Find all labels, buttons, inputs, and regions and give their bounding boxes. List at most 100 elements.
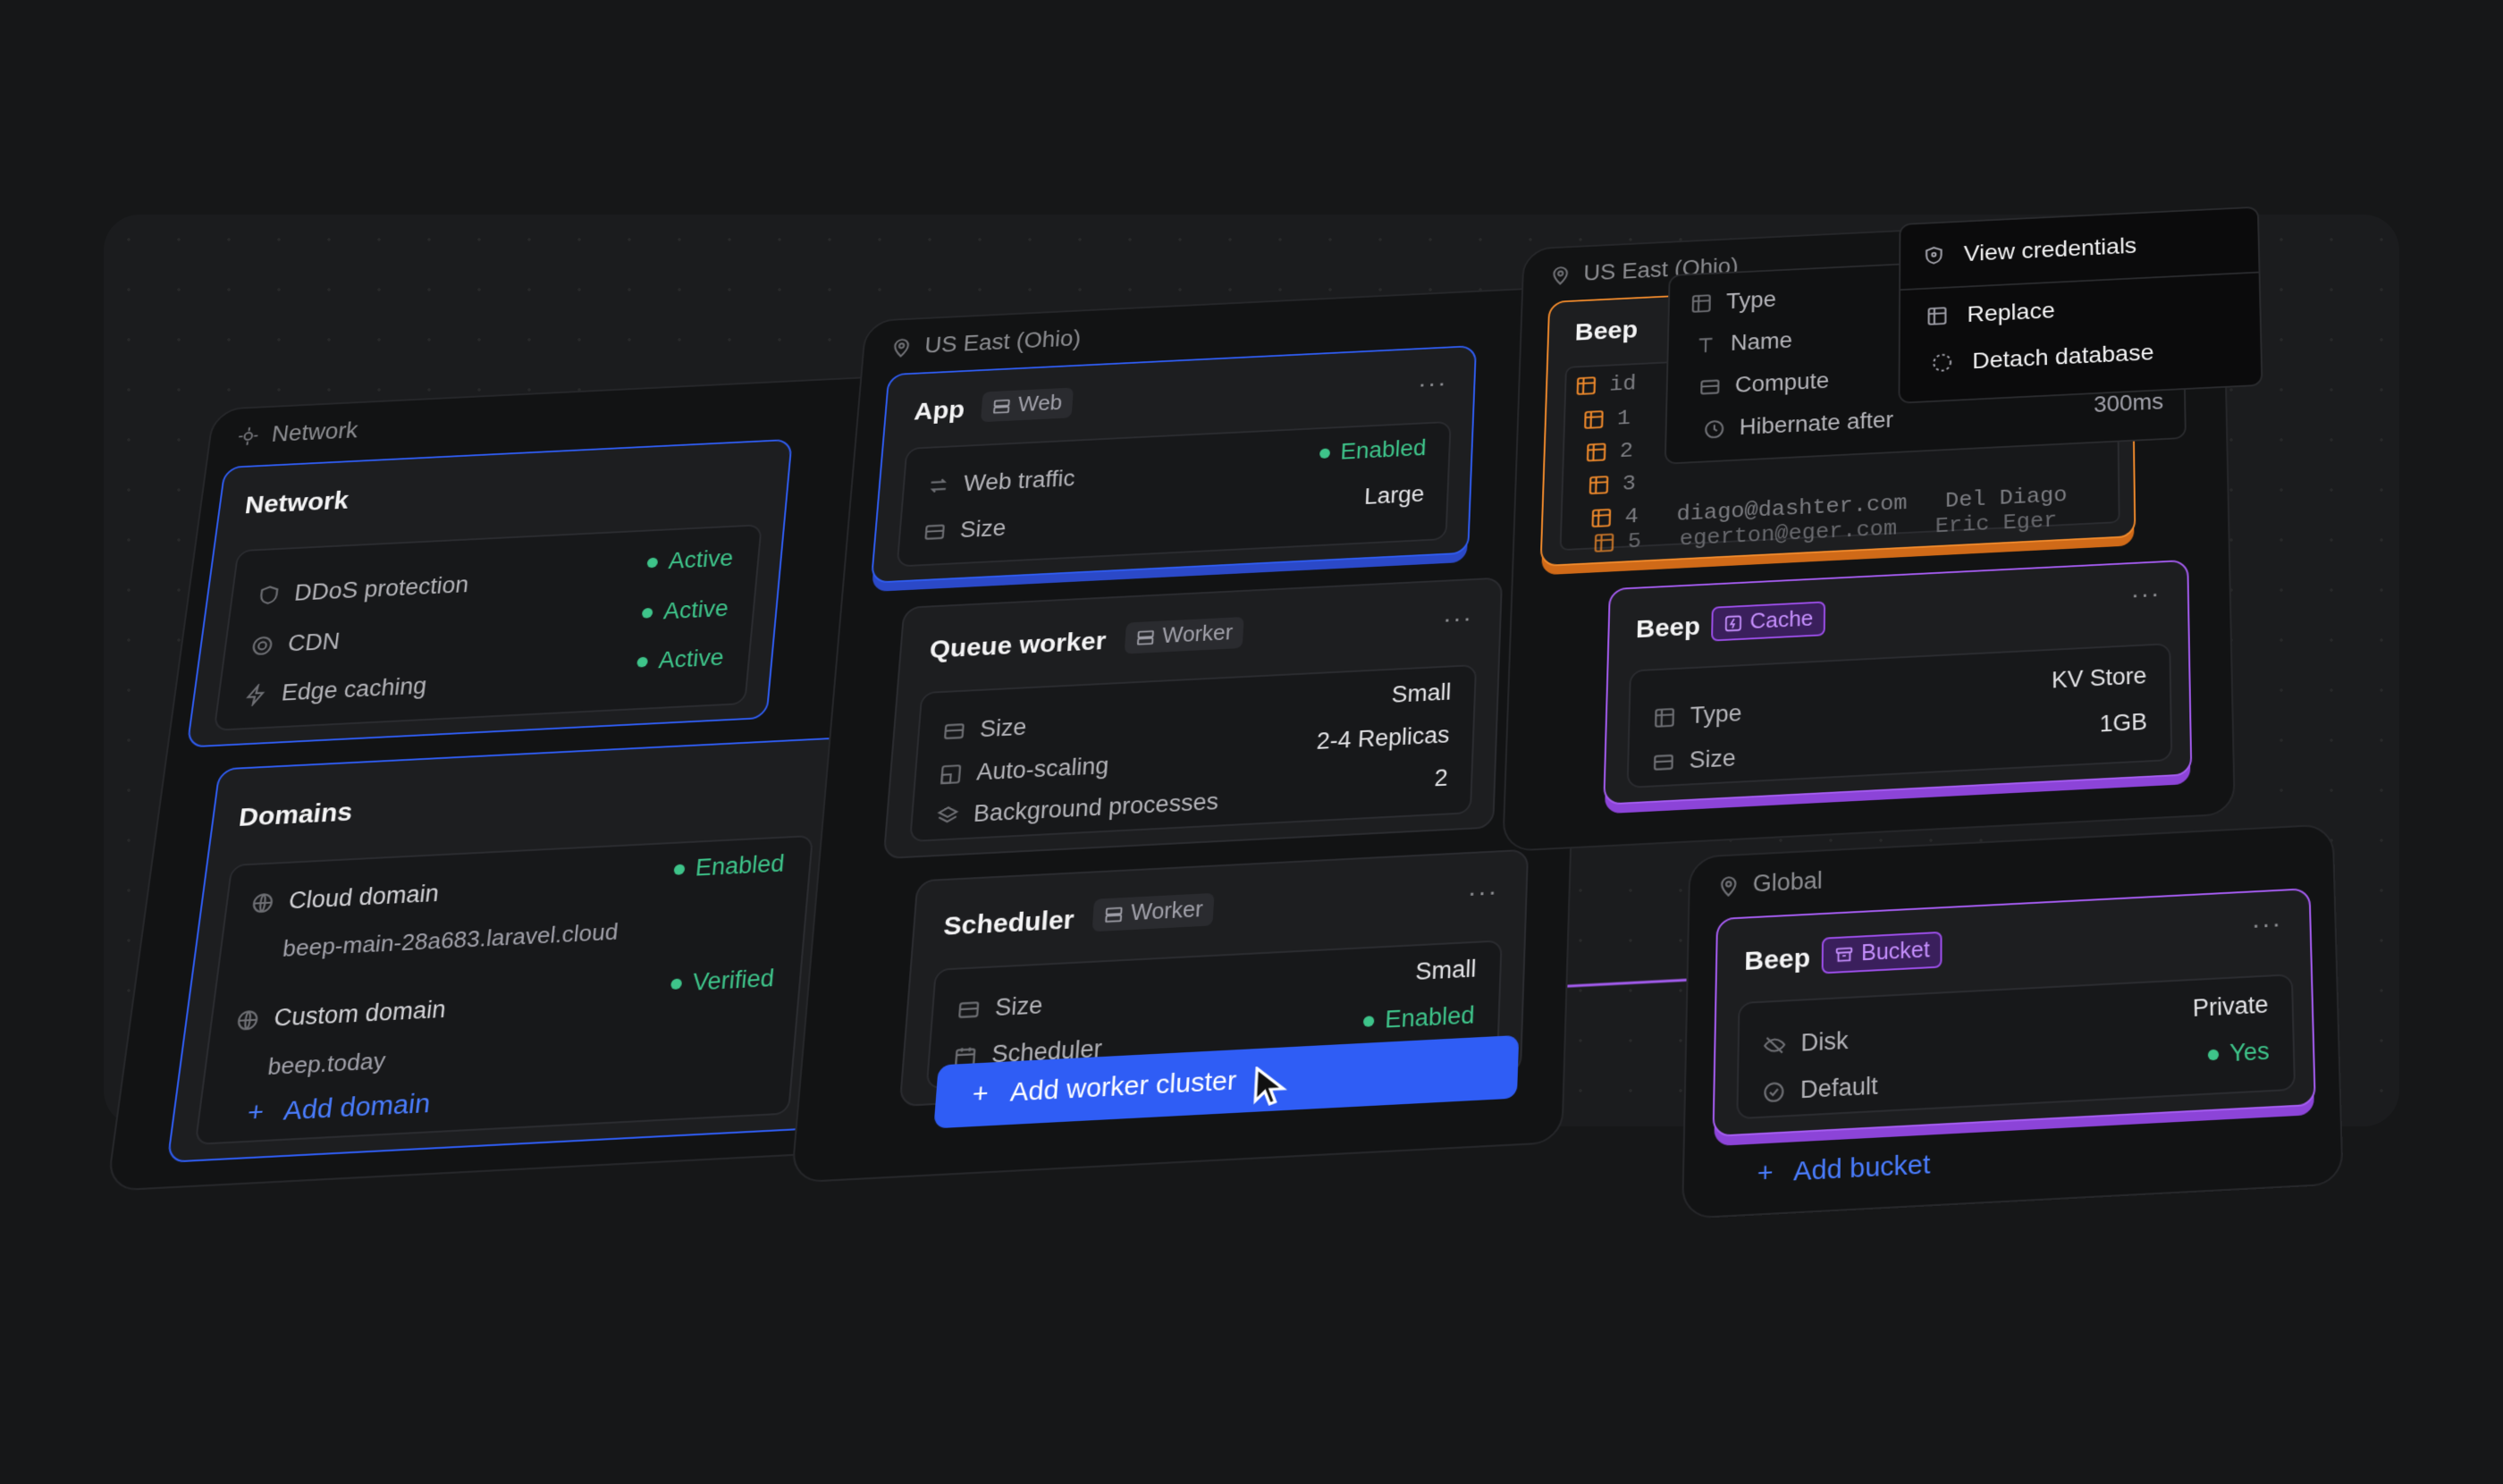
app-size-row: Size — [923, 515, 1007, 544]
cache-icon — [1723, 613, 1743, 633]
db-hibernate-row: Hibernate after — [1703, 408, 1893, 443]
bucket-more-menu[interactable]: ... — [2252, 903, 2283, 934]
cache-card-title: Beep — [1635, 612, 1701, 644]
app-card[interactable]: App Web ... Web traffic Enabled Size Lar… — [870, 345, 1478, 584]
db-name-row: Name — [1694, 328, 1792, 358]
queue-worker-title: Queue worker — [928, 627, 1108, 664]
custom-domain-row: Custom domain — [234, 996, 447, 1034]
domains-card-title: Domains — [237, 797, 355, 832]
global-column-header: Global — [1716, 867, 1823, 899]
compute-column: US East (Ohio) App Web ... Web traffic E… — [790, 284, 1589, 1184]
app-size-value: Large — [1363, 481, 1425, 510]
scheduler-size-row: Size — [956, 991, 1043, 1024]
location-pin-icon — [1549, 264, 1572, 285]
queue-worker-details-panel: Size Small Auto-scaling 2-4 Replicas Bac… — [908, 663, 1478, 843]
bucket-card[interactable]: Beep Bucket ... Disk Private Default Yes — [1712, 888, 2316, 1137]
cdn-row: CDN — [249, 628, 341, 659]
ddos-label: DDoS protection — [292, 571, 470, 606]
location-pin-icon — [1716, 873, 1740, 898]
queue-worker-card[interactable]: Queue worker Worker ... Size Small Auto-… — [882, 577, 1504, 860]
server-icon — [1103, 904, 1124, 924]
custom-domain-value[interactable]: beep.today — [266, 1047, 387, 1081]
lightning-icon — [243, 683, 269, 706]
cloud-domain-label: Cloud domain — [287, 880, 441, 915]
server-icon — [1698, 375, 1722, 398]
default-row: Default — [1762, 1072, 1878, 1106]
scheduler-more-menu[interactable]: ... — [1468, 872, 1499, 903]
plus-icon: + — [245, 1097, 266, 1128]
db-row-3: 3 — [1588, 471, 1636, 498]
globe-icon — [249, 890, 275, 915]
network-icon — [236, 425, 261, 447]
global-region-label: Global — [1752, 866, 1823, 898]
table-icon — [1592, 531, 1615, 553]
layers-icon — [935, 804, 960, 828]
detach-database-menu-item[interactable]: Detach database — [1931, 340, 2154, 376]
resources-column: US East (Ohio) Beep id 1 2 3 4 diago@dash… — [1502, 206, 2263, 853]
scaling-icon — [939, 763, 964, 786]
mouse-cursor-icon — [1252, 1065, 1290, 1110]
check-circle-icon — [1762, 1079, 1786, 1104]
add-bucket-button[interactable]: + Add bucket — [1757, 1150, 1930, 1190]
table-icon — [1690, 292, 1713, 315]
table-icon — [1653, 705, 1676, 729]
compute-column-header: US East (Ohio) — [889, 325, 1082, 359]
app-card-title: App — [913, 396, 966, 426]
network-column-title: Network — [270, 417, 360, 447]
table-icon — [1582, 409, 1605, 431]
disk-row: Disk — [1763, 1027, 1849, 1059]
server-icon — [991, 397, 1012, 416]
scheduler-size-value: Small — [1414, 955, 1477, 985]
cache-details-panel: Type KV Store Size 1GB — [1626, 643, 2173, 788]
menu-separator — [1900, 271, 2259, 291]
table-icon — [1589, 507, 1613, 529]
auto-scaling-row: Auto-scaling — [939, 753, 1109, 788]
server-icon — [1135, 628, 1156, 647]
cloud-domain-status: Enabled — [672, 850, 786, 883]
db-row-1: 1 — [1582, 406, 1631, 433]
bucket-icon — [1834, 944, 1854, 965]
scheduler-status: Enabled — [1362, 1001, 1475, 1034]
domains-card[interactable]: Domains Cloud domain Enabled beep-main-2… — [166, 737, 846, 1163]
compute-region-label: US East (Ohio) — [923, 325, 1083, 358]
table-icon — [1588, 474, 1611, 496]
eye-off-icon — [1763, 1033, 1787, 1058]
scheduler-tag: Worker — [1091, 892, 1215, 932]
cache-size-value: 1GB — [2099, 708, 2148, 738]
infrastructure-canvas: Network i Network DDoS protection Active… — [0, 8, 2503, 1484]
cdn-icon — [249, 634, 275, 657]
web-traffic-row: Web traffic — [926, 466, 1076, 499]
background-processes-value: 2 — [1434, 764, 1449, 792]
web-traffic-status: Enabled — [1319, 435, 1427, 466]
view-credentials-menu-item[interactable]: View credentials — [1923, 232, 2136, 268]
custom-domain-status: Verified — [670, 965, 775, 998]
server-icon — [923, 520, 947, 543]
globe-icon — [234, 1008, 261, 1032]
queue-size-value: Small — [1391, 679, 1452, 708]
cache-card[interactable]: Beep Cache ... Type KV Store Size 1GB — [1603, 559, 2193, 805]
default-status: Yes — [2207, 1038, 2270, 1069]
disk-value: Private — [2192, 991, 2269, 1022]
cdn-label: CDN — [286, 628, 341, 657]
cache-type-value: KV Store — [2051, 662, 2147, 694]
database-context-menu: View credentials Replace Detach database — [1898, 206, 2263, 404]
queue-size-row: Size — [941, 714, 1027, 745]
app-more-menu[interactable]: ... — [1418, 364, 1448, 393]
database-card-title: Beep — [1574, 316, 1639, 347]
cache-more-menu[interactable]: ... — [2131, 574, 2162, 604]
edge-caching-status: Active — [636, 645, 725, 675]
cloud-domain-row: Cloud domain — [249, 880, 441, 916]
shield-key-icon — [1923, 245, 1945, 266]
cdn-status: Active — [641, 595, 729, 626]
cache-size-row: Size — [1652, 745, 1736, 776]
ddos-status: Active — [646, 545, 734, 576]
network-card[interactable]: Network DDoS protection Active CDN Activ… — [186, 438, 793, 748]
edge-caching-label: Edge caching — [280, 672, 428, 706]
replace-menu-item[interactable]: Replace — [1926, 298, 2055, 330]
app-details-panel: Web traffic Enabled Size Large — [896, 420, 1452, 568]
table-icon — [1926, 305, 1949, 327]
queue-worker-more-menu[interactable]: ... — [1443, 599, 1474, 629]
cloud-domain-value[interactable]: beep-main-28a683.laravel.cloud — [282, 918, 619, 963]
ddos-row: DDoS protection — [256, 572, 470, 609]
detach-icon — [1931, 351, 1953, 374]
